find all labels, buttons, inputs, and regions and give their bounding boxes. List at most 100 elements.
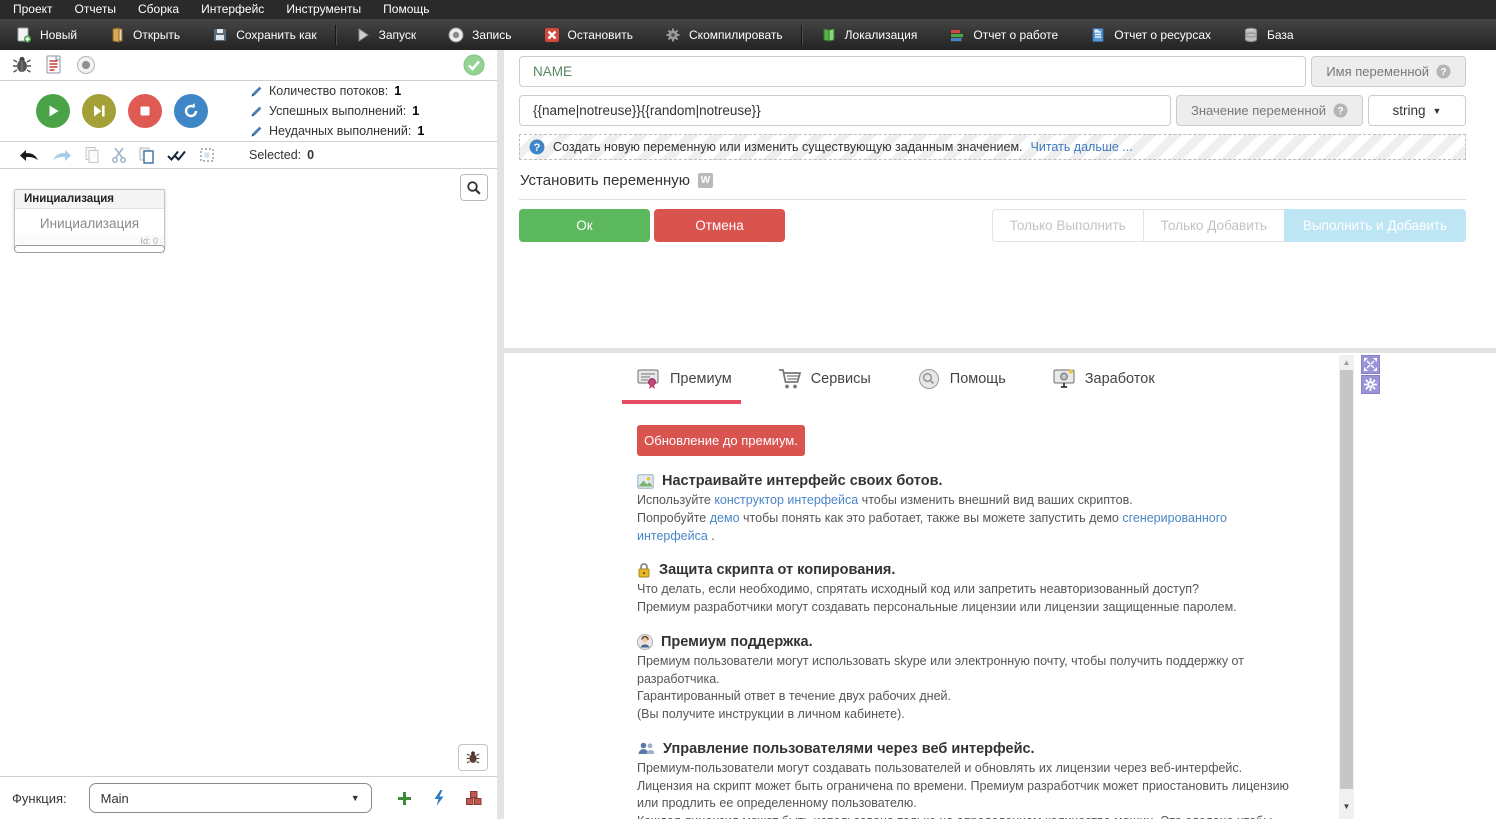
toolbar-button-new[interactable]: Новый — [0, 19, 93, 50]
cancel-button[interactable]: Отмена — [654, 209, 785, 242]
play-icon — [45, 103, 61, 119]
double-check-icon[interactable] — [166, 148, 188, 162]
tab-services[interactable]: Сервисы — [778, 368, 871, 404]
stop-button[interactable] — [128, 94, 162, 128]
help-question-icon[interactable]: ? — [1333, 103, 1348, 118]
cut-icon[interactable] — [111, 146, 127, 164]
pencil-icon — [250, 105, 263, 118]
menu-item-tools[interactable]: Инструменты — [275, 0, 372, 19]
help-question-icon[interactable]: ? — [1436, 64, 1451, 79]
function-bar: Функция: Main ▼ — [0, 776, 497, 819]
tab-earnings[interactable]: Заработок — [1052, 368, 1155, 404]
hint-banner: ? Создать новую переменную или изменить … — [519, 134, 1466, 160]
inline-link[interactable]: демо — [710, 511, 740, 525]
execute-and-add-button[interactable]: Выполнить и Добавить — [1283, 209, 1466, 242]
inline-link[interactable]: конструктор интерфейса — [714, 493, 858, 507]
hint-text: Создать новую переменную или изменить су… — [553, 140, 1023, 154]
block-header: Инициализация — [15, 190, 164, 209]
premium-sections: Настраивайте интерфейс своих ботов. Испол… — [637, 473, 1294, 819]
scrollbar-thumb[interactable] — [1340, 370, 1353, 789]
toolbar-button-label: Запуск — [378, 27, 417, 42]
record-icon — [448, 27, 464, 43]
variable-name-input[interactable]: NAME — [519, 56, 1307, 87]
log-document-icon[interactable] — [45, 55, 63, 75]
toolbar-button-record[interactable]: Запись — [432, 19, 527, 50]
text-segment: Лицензия на скрипт может быть ограничена… — [637, 778, 1289, 811]
toolbar-button-open[interactable]: Открыть — [93, 19, 196, 50]
menu-item-interface[interactable]: Интерфейс — [190, 0, 275, 19]
menu-item-build[interactable]: Сборка — [127, 0, 190, 19]
tab-help[interactable]: Помощь — [917, 368, 1006, 404]
script-block-initialization[interactable]: Инициализация Инициализация Id: 0 — [14, 189, 165, 249]
lightning-icon[interactable] — [432, 789, 446, 807]
read-more-link[interactable]: Читать дальше ... — [1031, 140, 1133, 154]
toolbar-button-resource-report[interactable]: Отчет о ресурсах — [1074, 19, 1227, 50]
users-icon — [637, 741, 655, 756]
toolbar-button-database[interactable]: База — [1227, 19, 1310, 50]
value-row: {{name|notreuse}}{{random|notreuse}} Зна… — [519, 95, 1466, 126]
right-gutter — [1354, 353, 1496, 819]
paste-icon[interactable] — [138, 146, 155, 164]
menu-item-reports[interactable]: Отчеты — [64, 0, 127, 19]
section-paragraph: Лицензия на скрипт может быть ограничена… — [637, 778, 1294, 814]
canvas-search-button[interactable] — [460, 174, 488, 201]
menubar: Проект Отчеты Сборка Интерфейс Инструменты По… — [0, 0, 1496, 19]
debug-button[interactable] — [458, 744, 488, 771]
stat-value: 1 — [412, 104, 420, 118]
tab-premium[interactable]: Премиум — [622, 368, 741, 404]
function-label: Функция: — [12, 790, 67, 806]
modules-cubes-icon[interactable] — [465, 789, 483, 807]
execute-only-button[interactable]: Только Выполнить — [991, 209, 1143, 242]
toolbar-button-work-report[interactable]: Отчет о работе — [933, 19, 1074, 50]
ok-button[interactable]: Ок — [519, 209, 650, 242]
redo-icon[interactable] — [51, 147, 73, 163]
scroll-up-icon[interactable]: ▲ — [1339, 358, 1354, 367]
debug-bug-icon[interactable] — [12, 56, 32, 74]
section-title: Защита скрипта от копирования. — [637, 562, 1294, 578]
toolbar-button-localization[interactable]: Локализация — [805, 19, 934, 50]
wiki-icon[interactable]: W — [698, 173, 714, 188]
thread-stats: Количество потоков: 1 Успешных выполнений:… — [250, 81, 424, 141]
form-buttons: Ок Отмена Только Выполнить Только Добави… — [519, 209, 1466, 242]
selection-box-icon[interactable] — [199, 147, 215, 163]
toolbar: Новый Открыть Сохранить как Запуск Запись Ост… — [0, 19, 1496, 50]
scrollbar[interactable]: ▲ ▼ — [1339, 355, 1354, 819]
menu-item-project[interactable]: Проект — [2, 0, 64, 19]
restart-button[interactable] — [174, 94, 208, 128]
variable-value-label: Значение переменной ? — [1175, 95, 1363, 126]
copy-icon[interactable] — [84, 146, 100, 164]
section-paragraph: Каждая лицензия может быть использована … — [637, 813, 1294, 819]
toolbar-button-compile[interactable]: Скомпилировать — [649, 19, 799, 50]
undo-icon[interactable] — [18, 147, 40, 163]
gear-icon — [1363, 377, 1378, 392]
dock-settings-button[interactable] — [1361, 375, 1380, 394]
toolbar-button-save-as[interactable]: Сохранить как — [196, 19, 332, 50]
step-button[interactable] — [82, 94, 116, 128]
lock-icon — [637, 562, 651, 578]
function-select[interactable]: Main ▼ — [88, 783, 372, 813]
toolbar-button-run[interactable]: Запуск — [339, 19, 433, 50]
stop-square-icon — [137, 103, 153, 119]
dock-expand-button[interactable] — [1361, 355, 1380, 374]
play-button[interactable] — [36, 94, 70, 128]
saveas-icon — [212, 27, 228, 43]
database-icon — [1243, 27, 1259, 43]
upgrade-premium-button[interactable]: Обновление до премиум. — [637, 425, 805, 456]
variable-value-input[interactable]: {{name|notreuse}}{{random|notreuse}} — [519, 95, 1171, 126]
variable-type-select[interactable]: string ▼ — [1368, 95, 1466, 126]
menu-item-help[interactable]: Помощь — [372, 0, 440, 19]
scroll-down-icon[interactable]: ▼ — [1339, 802, 1354, 811]
add-only-button[interactable]: Только Добавить — [1142, 209, 1284, 242]
compile-icon — [665, 27, 681, 43]
left-top-toolbar — [0, 50, 497, 81]
variable-value-text: {{name|notreuse}}{{random|notreuse}} — [533, 103, 761, 118]
script-canvas[interactable]: Инициализация Инициализация Id: 0 — [0, 169, 497, 776]
earnings-icon — [1052, 368, 1076, 390]
section-title-text: Настраивайте интерфейс своих ботов. — [662, 473, 943, 489]
section-paragraph: Что делать, если необходимо, спрятать ис… — [637, 581, 1294, 599]
run-icon — [355, 27, 371, 43]
record-dot-icon[interactable] — [76, 55, 96, 75]
helptab-icon — [917, 368, 941, 390]
toolbar-button-stop[interactable]: Остановить — [528, 19, 650, 50]
add-function-icon[interactable] — [396, 789, 413, 807]
